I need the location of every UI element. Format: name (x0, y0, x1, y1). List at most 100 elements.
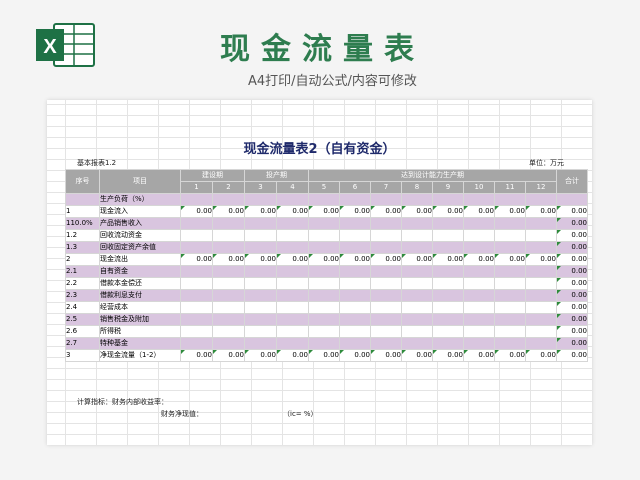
value-cell[interactable] (276, 277, 309, 290)
value-cell[interactable] (463, 217, 495, 230)
value-cell[interactable]: 0.00 (244, 253, 277, 266)
row-item-cell[interactable]: 现金流出 (99, 253, 181, 266)
value-cell[interactable] (494, 301, 526, 314)
value-cell[interactable] (432, 241, 464, 254)
value-cell[interactable]: 0.00 (276, 205, 309, 218)
value-cell[interactable] (244, 337, 277, 350)
value-cell[interactable] (525, 289, 557, 302)
value-cell[interactable] (494, 265, 526, 278)
value-cell[interactable] (339, 193, 371, 206)
value-cell[interactable] (276, 241, 309, 254)
row-number-cell[interactable]: 2.6 (65, 325, 100, 338)
value-cell[interactable]: 0.00 (180, 253, 213, 266)
value-cell[interactable] (401, 289, 433, 302)
value-cell[interactable] (494, 217, 526, 230)
total-cell[interactable] (556, 193, 588, 206)
col-item[interactable]: 项目 (99, 169, 181, 194)
row-item-cell[interactable]: 产品销售收入 (99, 217, 181, 230)
value-cell[interactable] (276, 313, 309, 326)
value-cell[interactable] (525, 277, 557, 290)
value-cell[interactable] (432, 229, 464, 242)
value-cell[interactable] (370, 193, 402, 206)
value-cell[interactable] (370, 277, 402, 290)
total-cell[interactable]: 0.00 (556, 349, 588, 362)
value-cell[interactable] (370, 301, 402, 314)
total-cell[interactable]: 0.00 (556, 325, 588, 338)
total-cell[interactable]: 0.00 (556, 241, 588, 254)
value-cell[interactable] (370, 337, 402, 350)
value-cell[interactable]: 0.00 (525, 205, 557, 218)
total-cell[interactable]: 0.00 (556, 277, 588, 290)
value-cell[interactable]: 0.00 (276, 253, 309, 266)
value-cell[interactable] (525, 325, 557, 338)
value-cell[interactable] (308, 265, 340, 278)
value-cell[interactable] (432, 217, 464, 230)
value-cell[interactable]: 0.00 (212, 205, 245, 218)
row-item-cell[interactable]: 回收固定资产余值 (99, 241, 181, 254)
value-cell[interactable]: 0.00 (494, 205, 526, 218)
value-cell[interactable] (525, 301, 557, 314)
row-item-cell[interactable]: 销售税金及附加 (99, 313, 181, 326)
value-cell[interactable] (401, 325, 433, 338)
value-cell[interactable]: 0.00 (401, 205, 433, 218)
period-header[interactable]: 4 (276, 181, 309, 194)
period-header[interactable]: 10 (463, 181, 495, 194)
value-cell[interactable] (494, 325, 526, 338)
value-cell[interactable] (244, 301, 277, 314)
row-item-cell[interactable]: 特种基金 (99, 337, 181, 350)
value-cell[interactable]: 0.00 (212, 253, 245, 266)
value-cell[interactable] (432, 325, 464, 338)
value-cell[interactable]: 0.00 (276, 349, 309, 362)
total-cell[interactable]: 0.00 (556, 289, 588, 302)
value-cell[interactable] (339, 217, 371, 230)
total-cell[interactable]: 0.00 (556, 253, 588, 266)
value-cell[interactable] (212, 241, 245, 254)
value-cell[interactable]: 0.00 (308, 349, 340, 362)
value-cell[interactable]: 0.00 (370, 349, 402, 362)
value-cell[interactable]: 0.00 (370, 205, 402, 218)
total-cell[interactable]: 0.00 (556, 205, 588, 218)
row-number-cell[interactable]: 2.1 (65, 265, 100, 278)
period-header[interactable]: 7 (370, 181, 402, 194)
row-number-cell[interactable]: 2.4 (65, 301, 100, 314)
value-cell[interactable]: 0.00 (401, 349, 433, 362)
total-cell[interactable]: 0.00 (556, 337, 588, 350)
value-cell[interactable] (494, 229, 526, 242)
value-cell[interactable]: 0.00 (525, 253, 557, 266)
value-cell[interactable]: 0.00 (339, 349, 371, 362)
value-cell[interactable] (244, 193, 277, 206)
value-cell[interactable] (276, 289, 309, 302)
value-cell[interactable] (432, 313, 464, 326)
col-construction[interactable]: 建设期 (180, 169, 245, 182)
value-cell[interactable]: 0.00 (180, 205, 213, 218)
value-cell[interactable] (212, 289, 245, 302)
row-item-cell[interactable]: 回收流动资金 (99, 229, 181, 242)
value-cell[interactable] (180, 241, 213, 254)
value-cell[interactable] (463, 193, 495, 206)
value-cell[interactable]: 0.00 (212, 349, 245, 362)
value-cell[interactable] (494, 241, 526, 254)
value-cell[interactable] (276, 301, 309, 314)
value-cell[interactable] (308, 241, 340, 254)
value-cell[interactable] (525, 193, 557, 206)
value-cell[interactable] (525, 241, 557, 254)
value-cell[interactable] (370, 313, 402, 326)
period-header[interactable]: 9 (432, 181, 464, 194)
value-cell[interactable]: 0.00 (432, 253, 464, 266)
value-cell[interactable] (244, 325, 277, 338)
value-cell[interactable] (463, 265, 495, 278)
value-cell[interactable] (212, 265, 245, 278)
period-header[interactable]: 11 (494, 181, 526, 194)
row-number-cell[interactable]: 110.0% (65, 217, 100, 230)
row-item-cell[interactable]: 自有资金 (99, 265, 181, 278)
value-cell[interactable] (463, 313, 495, 326)
value-cell[interactable] (212, 229, 245, 242)
value-cell[interactable] (401, 337, 433, 350)
value-cell[interactable] (180, 337, 213, 350)
col-seq[interactable]: 序号 (65, 169, 100, 194)
value-cell[interactable]: 0.00 (308, 205, 340, 218)
value-cell[interactable] (276, 217, 309, 230)
period-header[interactable]: 8 (401, 181, 433, 194)
value-cell[interactable] (463, 325, 495, 338)
total-cell[interactable]: 0.00 (556, 217, 588, 230)
